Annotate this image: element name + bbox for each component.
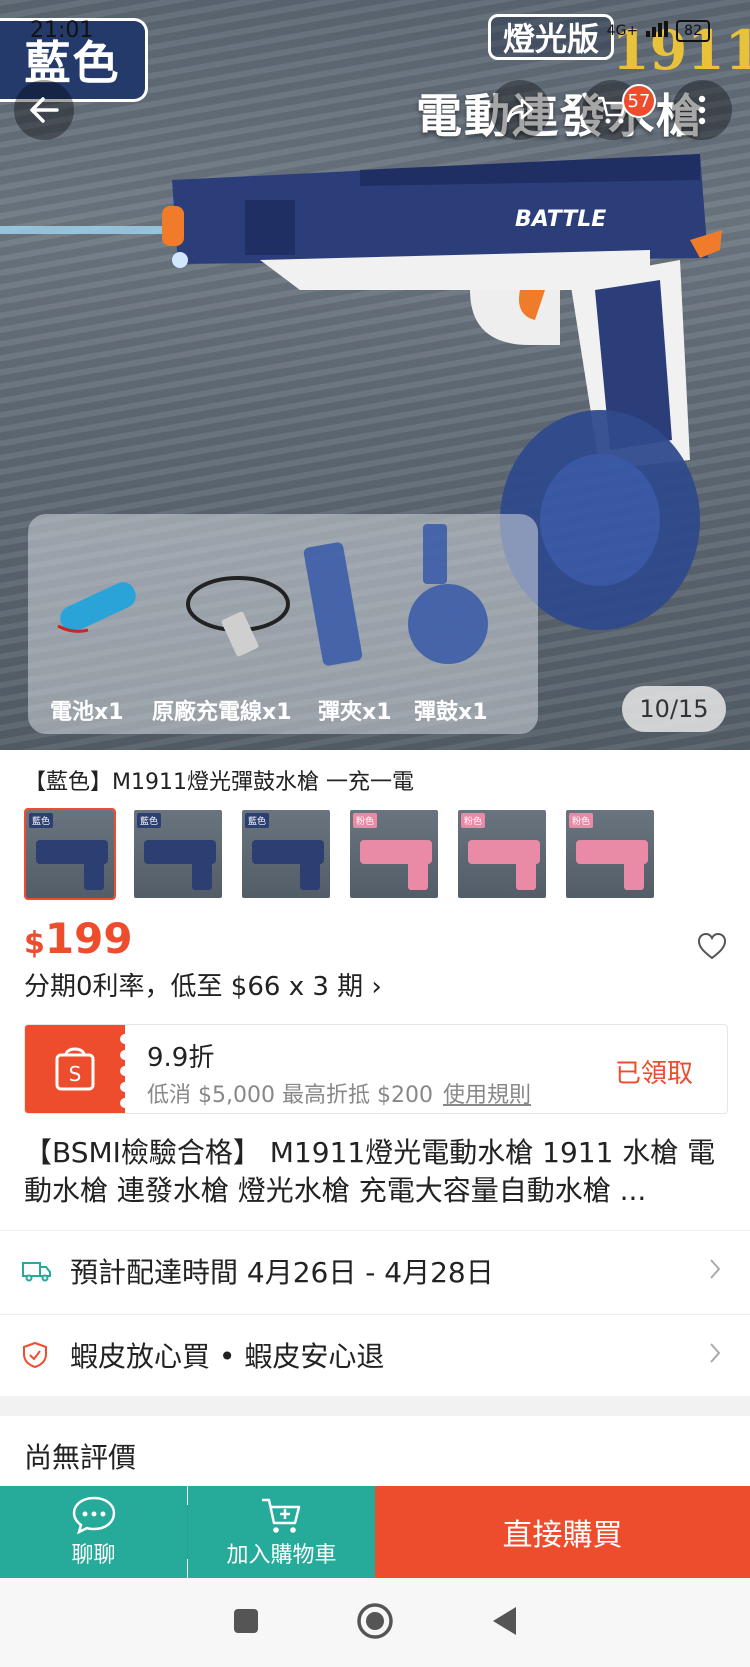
shop-voucher[interactable]: S 9.9折 低消 $5,000 最高折抵 $200 使用規則 已領取 [24,1024,728,1114]
network-label: 4G+ [606,23,639,39]
magazine-icon [303,542,363,666]
thumbnail-color-tag: 粉色 [461,813,486,828]
add-to-cart-label: 加入購物車 [226,1543,337,1568]
image-counter: 10/15 [622,686,726,732]
variant-name: 【藍色】M1911燈光彈鼓水槍 一充一電 [24,770,414,795]
thumbnail-gun-grip [516,856,536,890]
triangle-back-icon [493,1606,516,1635]
thumbnail-color-tag: 藍色 [137,813,162,828]
variant-thumbnail[interactable]: 藍色 [24,808,116,900]
variant-thumbnail[interactable]: 粉色 [564,808,656,900]
accessory-label-battery: 電池x1 [50,700,124,725]
shopee-voucher-logo: S [25,1025,130,1113]
battery-icon [57,582,136,633]
thumbnail-color-tag: 藍色 [29,813,54,828]
installment-info[interactable]: 分期0利率，低至 $66 x 3 期 › [24,966,382,1003]
add-to-cart-button[interactable]: 加入購物車 [188,1486,375,1578]
variant-thumbnail[interactable]: 粉色 [348,808,440,900]
back-nav-button[interactable] [490,1605,518,1641]
voucher-discount: 9.9折 [147,1043,215,1073]
accessory-label-cable: 原廠充電線x1 [152,700,292,725]
shield-check-icon [22,1341,62,1369]
guarantee-row[interactable]: 蝦皮放心買 • 蝦皮安心退 [0,1314,750,1396]
chat-button[interactable]: 聊聊 [0,1486,187,1578]
chevron-right-icon [708,1257,722,1285]
image-title-overlay: 電動連發水槍 [416,89,704,143]
thumbnail-gun-grip [300,856,320,890]
guarantee-text: 蝦皮放心買 • 蝦皮安心退 [70,1340,385,1373]
version-tag: 燈光版 [488,14,615,60]
delivery-estimate: 預計配達時間 4月26日 - 4月28日 [70,1256,494,1289]
chat-label: 聊聊 [71,1543,116,1568]
home-button[interactable] [356,1602,394,1644]
variant-thumbnail[interactable]: 藍色 [240,808,332,900]
reviews-empty-text: 尚無評價 [24,1441,137,1474]
svg-text:S: S [69,1062,82,1086]
accessories-panel: 電池x1 原廠充電線x1 彈夾x1 彈鼓x1 [28,514,538,734]
product-title: 【BSMI檢驗合格】 M1911燈光電動水槍 1911 水槍 電動水槍 連發水槍… [24,1136,716,1207]
drum-magazine-icon [408,524,488,664]
variant-thumbnail[interactable]: 藍色 [132,808,224,900]
voucher-condition-text: 低消 $5,000 最高折抵 $200 [147,1083,433,1108]
arrow-left-icon [30,97,59,123]
chevron-right-icon [708,1341,722,1369]
circle-home-icon [357,1602,393,1639]
thumbnail-color-tag: 藍色 [245,813,270,828]
voucher-condition: 低消 $5,000 最高折抵 $200 使用規則 [147,1077,531,1109]
price-currency: $ [24,926,45,961]
share-button[interactable] [490,80,550,140]
thumbnail-gun-grip [192,856,212,890]
thumbnail-color-tag: 粉色 [569,813,594,828]
recent-apps-button[interactable] [232,1607,260,1639]
bottom-action-bar: 聊聊 加入購物車 直接購買 [0,1486,750,1578]
buy-now-button[interactable]: 直接購買 [375,1486,750,1578]
battery-indicator: 82 [676,20,710,42]
accessory-label-magazine: 彈夾x1 [318,700,392,725]
price-amount: 199 [44,914,133,963]
system-navigation-bar [0,1578,750,1667]
variant-thumbnail[interactable]: 粉色 [456,808,548,900]
thumbnail-gun-grip [624,856,644,890]
delivery-truck-icon [22,1260,62,1282]
thumbnail-gun-grip [408,856,428,890]
cart-count-badge: 57 [622,84,656,118]
price: $199 [24,914,133,963]
shopping-bag-icon: S [55,1034,130,1108]
more-vertical-icon [698,95,706,125]
status-indicators: 4G+ 82 [607,20,710,42]
voucher-rules-link[interactable]: 使用規則 [443,1083,531,1108]
voucher-claimed-status[interactable]: 已領取 [615,1053,693,1090]
gun-brand-logo: BATTLE [515,207,606,232]
back-button[interactable] [14,80,74,140]
variant-thumbnails: 藍色 藍色 藍色 粉色 粉色 粉色 [24,808,656,900]
product-image-carousel[interactable]: BATTLE 電池x1 原廠充電線x1 彈夾x1 彈鼓x1 藍色 燈光版 191… [0,0,750,750]
more-options-button[interactable] [672,80,732,140]
signal-icon [646,21,669,41]
status-time: 21:01 [30,18,94,43]
thumbnail-color-tag: 粉色 [353,813,378,828]
accessory-label-drum: 彈鼓x1 [414,700,488,725]
accessories-illustration [57,524,488,666]
delivery-row[interactable]: 預計配達時間 4月26日 - 4月28日 [0,1230,750,1312]
section-gap [0,1396,750,1416]
square-icon [234,1608,258,1633]
share-icon [506,98,534,123]
charging-cable-icon [186,576,290,657]
water-jet [0,226,175,234]
cart-add-icon [261,1498,300,1533]
heart-icon [697,932,727,960]
thumbnail-gun-grip [84,856,104,890]
like-button[interactable] [697,932,727,964]
chat-bubble-icon [72,1496,115,1535]
